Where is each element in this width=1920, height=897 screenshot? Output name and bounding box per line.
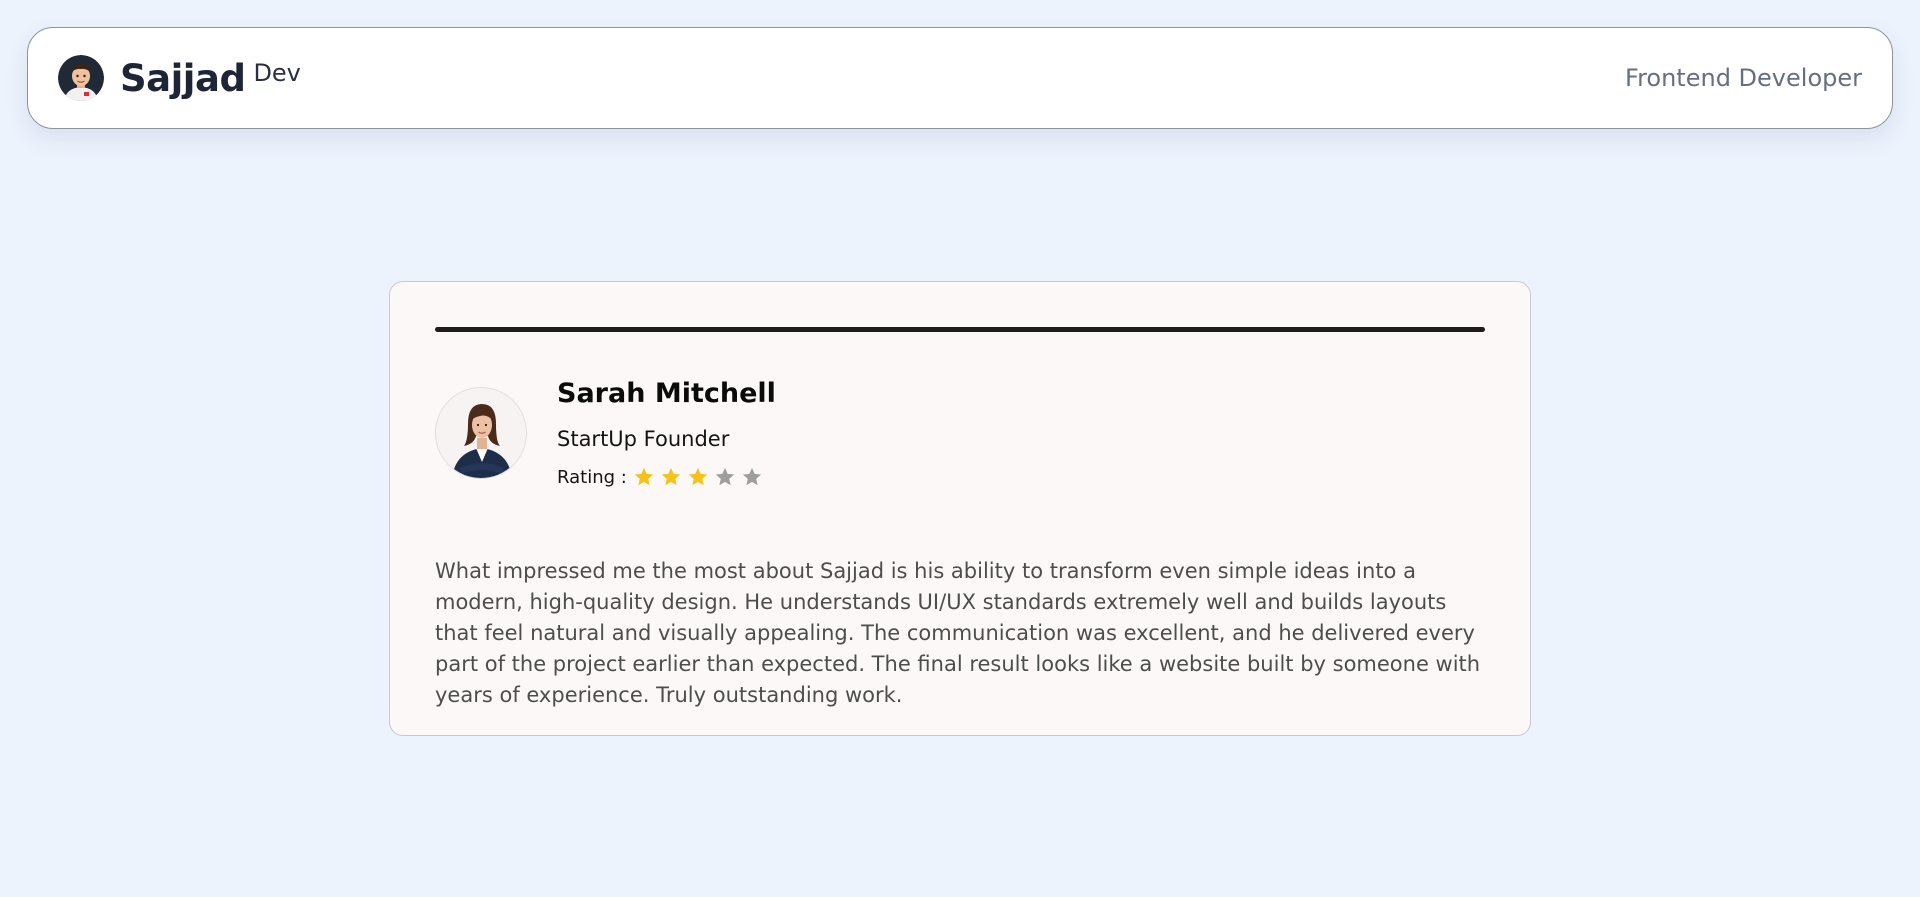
card-divider	[435, 327, 1485, 332]
brand-suffix: Dev	[253, 59, 301, 87]
brand-logo[interactable]: Sajjad Dev	[58, 28, 301, 128]
star-empty-icon	[742, 467, 761, 486]
developer-avatar-icon	[58, 55, 104, 101]
reviewer-name: Sarah Mitchell	[557, 378, 776, 409]
brand-name: Sajjad	[120, 56, 246, 100]
star-empty-icon	[715, 467, 734, 486]
star-filled-icon	[634, 467, 653, 486]
rating: Rating :	[557, 466, 768, 488]
star-filled-icon	[661, 467, 680, 486]
star-filled-icon	[688, 467, 707, 486]
reviewer-title: StartUp Founder	[557, 427, 730, 451]
rating-label: Rating :	[557, 466, 627, 488]
businesswoman-avatar-icon	[435, 387, 527, 479]
site-header: Sajjad Dev Frontend Developer	[27, 27, 1893, 129]
testimonial-card: Sarah Mitchell StartUp Founder Rating : …	[389, 281, 1531, 736]
rating-stars	[633, 466, 768, 488]
role-label: Frontend Developer	[1625, 64, 1862, 92]
review-text: What impressed me the most about Sajjad …	[435, 559, 1481, 707]
